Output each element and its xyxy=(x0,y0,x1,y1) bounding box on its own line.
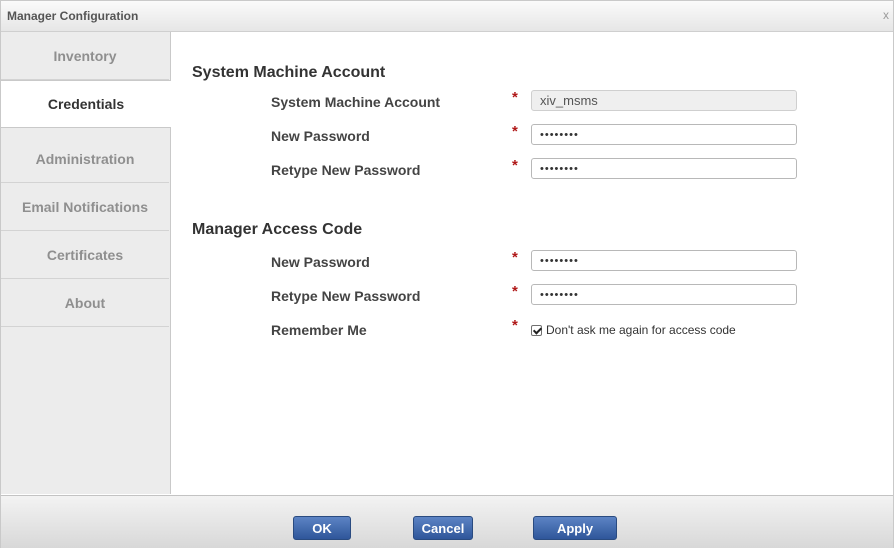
sidebar-item-label: About xyxy=(64,294,106,311)
new-password-field[interactable]: •••••••• xyxy=(531,124,797,145)
required-marker: * xyxy=(512,249,518,266)
sidebar-item-email-notifications[interactable]: Email Notifications xyxy=(1,183,169,231)
dialog-footer: OK Cancel Apply xyxy=(1,495,893,548)
manager-configuration-dialog: Manager Configuration x Inventory Creden… xyxy=(0,0,894,548)
remember-me-label: Remember Me xyxy=(271,322,367,338)
apply-button[interactable]: Apply xyxy=(533,516,617,540)
sidebar-item-credentials[interactable]: Credentials xyxy=(1,80,171,128)
remember-me-checkbox-label: Don't ask me again for access code xyxy=(546,323,736,337)
title-bar: Manager Configuration x xyxy=(1,1,893,32)
required-marker: * xyxy=(512,89,518,106)
sidebar-item-inventory[interactable]: Inventory xyxy=(1,32,169,80)
retype-new-password-label: Retype New Password xyxy=(271,162,421,178)
remember-me-checkbox-row[interactable]: Don't ask me again for access code xyxy=(531,323,736,337)
access-code-new-password-label: New Password xyxy=(271,254,370,270)
new-password-label: New Password xyxy=(271,128,370,144)
required-marker: * xyxy=(512,123,518,140)
required-marker: * xyxy=(512,157,518,174)
required-marker: * xyxy=(512,283,518,300)
access-code-new-password-field[interactable]: •••••••• xyxy=(531,250,797,271)
sidebar-item-about[interactable]: About xyxy=(1,279,169,327)
remember-me-checkbox[interactable] xyxy=(531,324,542,336)
cancel-button[interactable]: Cancel xyxy=(413,516,473,540)
retype-new-password-field[interactable]: •••••••• xyxy=(531,158,797,179)
sidebar-item-label: Inventory xyxy=(53,47,117,64)
sidebar-item-label: Certificates xyxy=(46,246,124,263)
sidebar-item-certificates[interactable]: Certificates xyxy=(1,231,169,279)
sidebar: Inventory Credentials Administration Ema… xyxy=(1,32,171,494)
system-machine-account-field: xiv_msms xyxy=(531,90,797,111)
sidebar-item-label: Credentials xyxy=(47,96,125,112)
close-icon[interactable]: x xyxy=(883,8,889,22)
sidebar-item-label: Administration xyxy=(35,150,135,167)
access-code-retype-password-field[interactable]: •••••••• xyxy=(531,284,797,305)
required-marker: * xyxy=(512,317,518,334)
dialog-title: Manager Configuration xyxy=(7,9,139,23)
section-title-manager-access-code: Manager Access Code xyxy=(192,221,363,238)
credentials-panel: System Machine Account System Machine Ac… xyxy=(171,32,893,494)
system-machine-account-label: System Machine Account xyxy=(271,94,441,110)
access-code-retype-password-label: Retype New Password xyxy=(271,288,421,304)
sidebar-item-administration[interactable]: Administration xyxy=(1,135,169,183)
section-title-system-machine-account: System Machine Account xyxy=(192,64,386,81)
ok-button[interactable]: OK xyxy=(293,516,351,540)
sidebar-item-label: Email Notifications xyxy=(21,198,149,215)
